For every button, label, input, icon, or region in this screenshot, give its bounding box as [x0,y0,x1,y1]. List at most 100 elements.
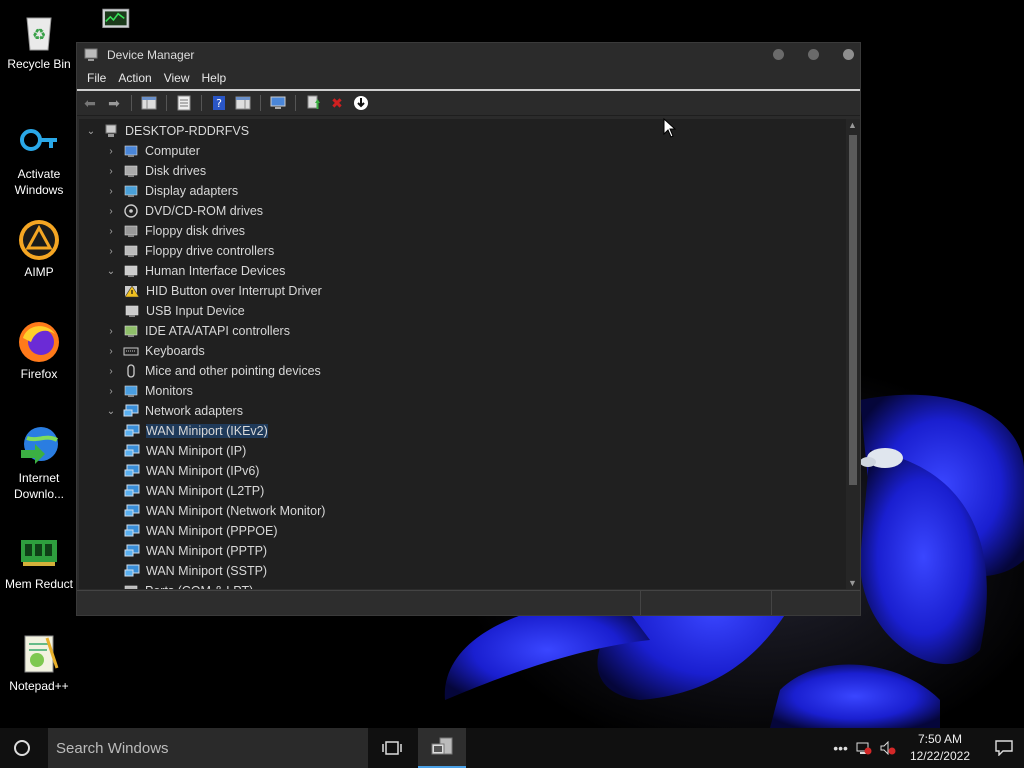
action-pane-icon[interactable] [234,94,252,112]
mouse-icon [127,364,135,378]
forward-arrow-icon[interactable]: ➡ [105,94,123,112]
device-manager-icon [84,48,98,61]
chevron-right-icon[interactable]: › [105,186,117,197]
tree-device[interactable]: HID Button over Interrupt Driver [124,281,322,301]
scan-hardware-icon[interactable] [269,94,287,112]
chevron-down-icon[interactable]: ▼ [848,578,857,588]
maximize-button[interactable] [808,49,819,60]
ide-icon [124,325,138,337]
status-pane [772,591,860,615]
tree-item-label: HID Button over Interrupt Driver [146,284,322,298]
taskbar-app-device-manager[interactable] [418,728,466,768]
system-tray: ••• 7:50 AM 12/22/2022 [833,728,1024,768]
keyboard-icon [123,347,139,356]
chevron-right-icon[interactable]: › [105,246,117,257]
minimize-button[interactable] [773,49,784,60]
tree-item-label: IDE ATA/ATAPI controllers [145,324,290,338]
scrollbar-thumb[interactable] [849,135,857,485]
tree-item-label: WAN Miniport (Network Monitor) [146,504,326,518]
desktop-icon-firefox[interactable]: Firefox [0,320,78,382]
computer-icon [124,145,138,157]
back-arrow-icon[interactable]: ⬅ [81,94,99,112]
desktop-icon-task-manager[interactable] [90,6,140,42]
desktop-icon-notepad-plus-plus[interactable]: Notepad++ [0,632,78,694]
menu-view[interactable]: View [158,71,196,85]
key-icon [20,129,57,151]
search-box[interactable]: Search Windows [48,728,368,768]
tree-category[interactable]: › Ports (COM & LPT) [105,581,253,589]
tree-category[interactable]: ⌄ Network adapters [105,401,243,421]
action-center-button[interactable] [984,740,1024,756]
tree-device[interactable]: WAN Miniport (PPTP) [124,541,267,561]
chevron-right-icon[interactable]: › [105,146,117,157]
tree-item-label: Keyboards [145,344,205,358]
tree-category[interactable]: › Mice and other pointing devices [105,361,320,381]
uninstall-device-icon[interactable]: ✖ [328,94,346,112]
tree-category[interactable]: › Floppy drive controllers [105,241,274,261]
desktop-icon-internet-download-manager[interactable]: Internet Downlo... [0,424,78,502]
tree-root[interactable]: ⌄ DESKTOP-RDDRFVS [85,121,249,141]
desktop-icon-activate-windows[interactable]: Activate Windows [0,120,78,198]
tree-category[interactable]: › IDE ATA/ATAPI controllers [105,321,290,341]
desktop-icon-recycle-bin[interactable]: ♻ Recycle Bin [0,10,78,72]
network-disconnected-icon[interactable] [856,741,872,755]
tree-device[interactable]: WAN Miniport (SSTP) [124,561,267,581]
desktop-icon-label: Firefox [20,367,58,381]
disable-device-icon[interactable] [352,94,370,112]
volume-muted-icon[interactable] [880,741,896,755]
chevron-right-icon[interactable]: › [105,346,117,357]
clock[interactable]: 7:50 AM 12/22/2022 [910,731,970,765]
hid-icon [125,305,139,317]
tree-category[interactable]: ⌄ Human Interface Devices [105,261,286,281]
chevron-right-icon[interactable]: › [105,586,117,590]
menu-help[interactable]: Help [196,71,233,85]
toolbar-separator [295,95,296,111]
help-icon[interactable]: ? [210,94,228,112]
tree-device[interactable]: WAN Miniport (IPv6) [124,461,259,481]
chevron-right-icon[interactable]: › [105,166,117,177]
tree-device[interactable]: WAN Miniport (Network Monitor) [124,501,325,521]
show-hide-console-tree-icon[interactable] [140,94,158,112]
menu-action[interactable]: Action [112,71,157,85]
network-icon [124,464,140,477]
aimp-icon [19,220,59,260]
tree-category[interactable]: › Keyboards [105,341,205,361]
tree-device[interactable]: WAN Miniport (L2TP) [124,481,264,501]
start-button[interactable] [14,740,30,756]
tree-category[interactable]: › Disk drives [105,161,206,181]
svg-text:♻: ♻ [32,27,46,44]
tree-scrollbar[interactable]: ▲ ▼ [846,119,860,589]
network-icon [124,544,140,557]
chevron-down-icon[interactable]: ⌄ [105,406,117,417]
network-icon [123,404,139,417]
desktop-icon-aimp[interactable]: AIMP [0,218,78,280]
menu-file[interactable]: File [81,71,112,85]
chevron-down-icon[interactable]: ⌄ [105,266,117,277]
task-view-icon[interactable] [382,740,402,756]
tree-device[interactable]: WAN Miniport (PPPOE) [124,521,278,541]
tree-category[interactable]: › Display adapters [105,181,238,201]
chevron-down-icon[interactable]: ⌄ [85,126,97,137]
show-hidden-icons-icon[interactable]: ••• [833,740,848,756]
title-bar[interactable]: Device Manager [77,43,860,67]
close-button[interactable] [843,49,854,60]
tree-device[interactable]: USB Input Device [124,301,245,321]
properties-icon[interactable] [175,94,193,112]
chevron-up-icon[interactable]: ▲ [848,120,857,130]
tree-device[interactable]: WAN Miniport (IP) [124,441,246,461]
tree-category[interactable]: › DVD/CD-ROM drives [105,201,263,221]
tree-category[interactable]: › Monitors [105,381,193,401]
chevron-right-icon[interactable]: › [105,366,117,377]
tree-device[interactable]: WAN Miniport (IKEv2) [124,421,268,441]
chevron-right-icon[interactable]: › [105,226,117,237]
chevron-right-icon[interactable]: › [105,326,117,337]
tree-item-label: Network adapters [145,404,243,418]
tree-item-label: Computer [145,144,200,158]
clock-time: 7:50 AM [917,732,962,746]
tree-category[interactable]: › Floppy disk drives [105,221,245,241]
desktop-icon-mem-reduct[interactable]: Mem Reduct [0,530,78,592]
update-driver-icon[interactable] [304,94,322,112]
chevron-right-icon[interactable]: › [105,386,117,397]
tree-category[interactable]: › Computer [105,141,200,161]
chevron-right-icon[interactable]: › [105,206,117,217]
